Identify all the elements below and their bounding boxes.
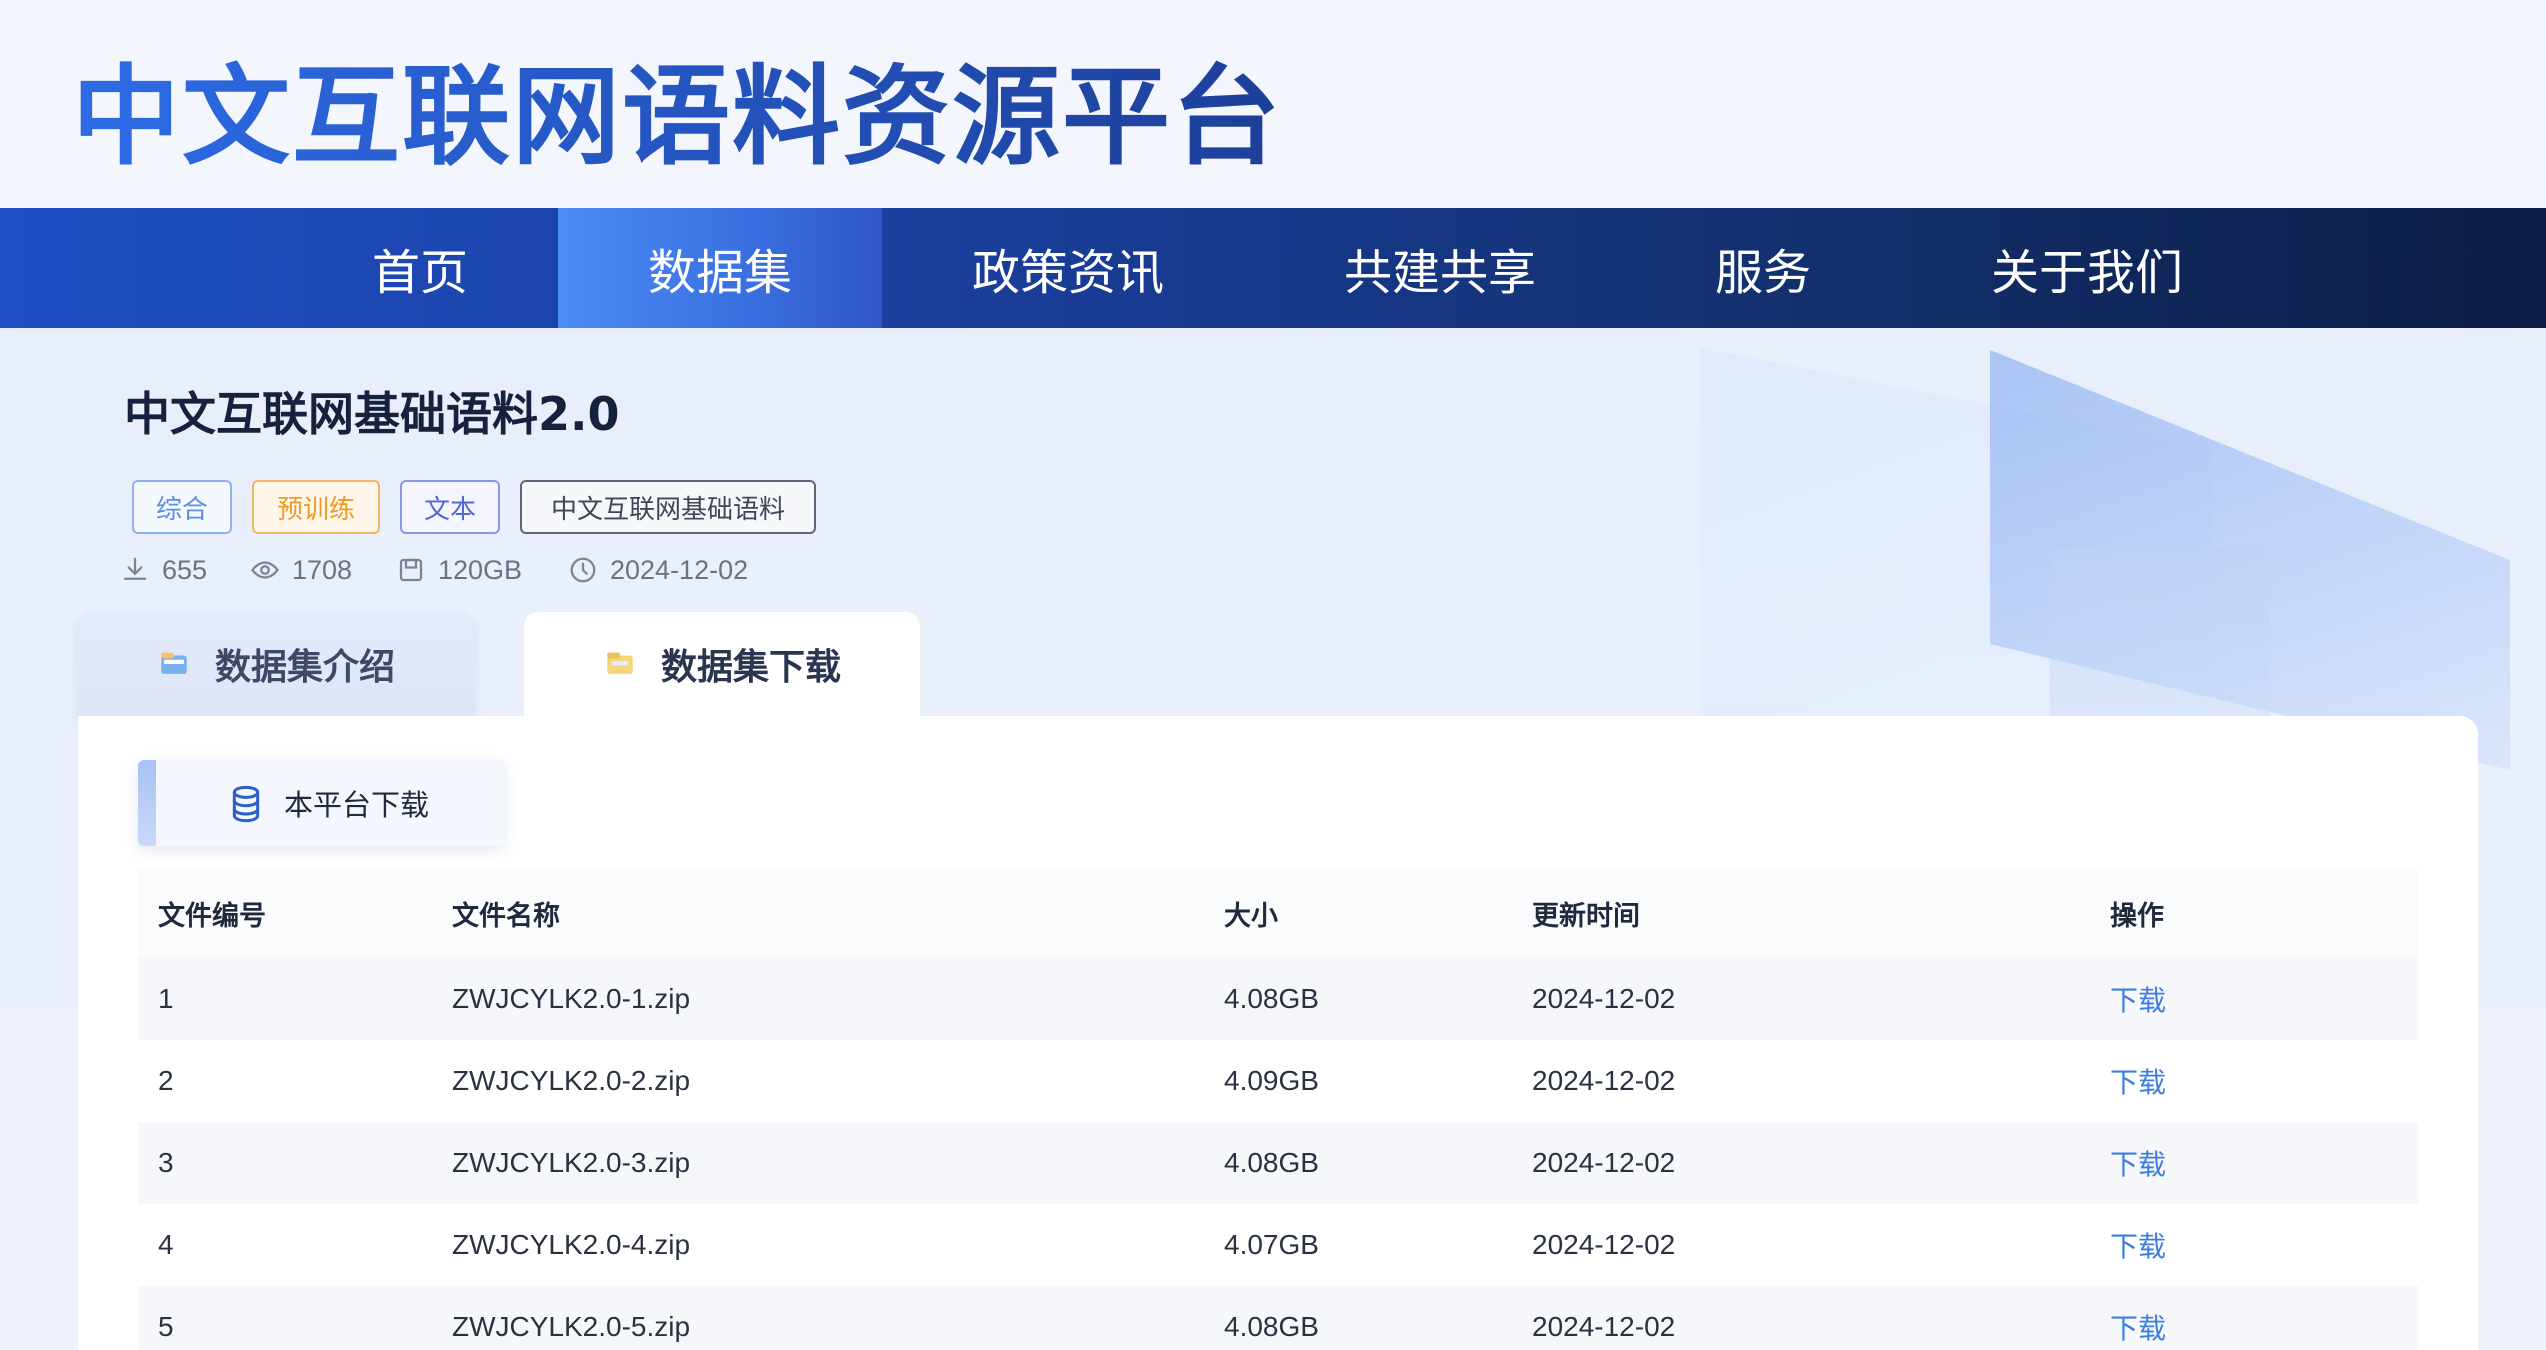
table-row: 2 ZWJCYLK2.0-2.zip 4.09GB 2024-12-02 下载 (138, 1040, 2418, 1122)
file-time: 2024-12-02 (1532, 1147, 1676, 1178)
file-id: 1 (158, 983, 174, 1014)
nav-item-policy[interactable]: 政策资讯 (930, 208, 1206, 328)
file-name: ZWJCYLK2.0-4.zip (452, 1229, 691, 1260)
file-size: 4.08GB (1224, 1147, 1319, 1178)
stat-size-value: 120GB (438, 554, 523, 585)
file-id: 3 (158, 1147, 174, 1178)
download-link[interactable]: 下载 (2110, 1148, 2166, 1181)
stat-date-value: 2024-12-02 (610, 554, 749, 585)
tab-dataset-intro-label: 数据集介绍 (214, 647, 395, 688)
file-id: 4 (158, 1229, 174, 1260)
file-time: 2024-12-02 (1532, 1311, 1676, 1342)
stat-date: 2024-12-02 (568, 552, 748, 588)
column-header-action: 操作 (2110, 900, 2164, 932)
download-icon (123, 557, 147, 580)
nav-item-service[interactable]: 服务 (1690, 208, 1836, 328)
download-folder-icon (607, 652, 633, 674)
database-icon (232, 785, 260, 823)
main-nav: 首页 数据集 政策资讯 共建共享 服务 关于我们 (0, 208, 2546, 328)
tag-text[interactable]: 文本 (400, 480, 500, 534)
stat-downloads: 655 (120, 552, 207, 588)
download-link[interactable]: 下载 (2110, 1066, 2166, 1099)
file-size: 4.07GB (1224, 1229, 1319, 1260)
eye-icon (251, 561, 279, 579)
nav-item-home[interactable]: 首页 (318, 208, 522, 328)
tag-general[interactable]: 综合 (132, 480, 232, 534)
file-time: 2024-12-02 (1532, 1065, 1676, 1096)
table-row: 1 ZWJCYLK2.0-1.zip 4.08GB 2024-12-02 下载 (138, 958, 2418, 1040)
dataset-title: 中文互联网基础语料2.0 (124, 387, 620, 441)
column-header-time[interactable]: 更新时间 (1532, 894, 2110, 933)
stat-views: 1708 (250, 552, 352, 588)
file-id: 5 (158, 1311, 174, 1342)
folder-icon (161, 652, 187, 674)
stat-downloads-value: 655 (162, 554, 208, 585)
stat-views-value: 1708 (292, 554, 353, 585)
table-row: 4 ZWJCYLK2.0-4.zip 4.07GB 2024-12-02 下载 (138, 1204, 2418, 1286)
column-header-id[interactable]: 文件编号 (138, 894, 452, 933)
file-time: 2024-12-02 (1532, 1229, 1676, 1260)
column-header-size[interactable]: 大小 (1224, 894, 1532, 933)
platform-download-tab[interactable]: 本平台下载 (138, 760, 504, 846)
download-link[interactable]: 下载 (2110, 1230, 2166, 1263)
file-table: 文件编号 文件名称 大小 更新时间 操作 1 ZWJCYLK2.0-1.zip … (138, 868, 2418, 1350)
nav-item-about[interactable]: 关于我们 (1960, 208, 2214, 328)
table-row: 5 ZWJCYLK2.0-5.zip 4.08GB 2024-12-02 下载 (138, 1286, 2418, 1350)
download-link[interactable]: 下载 (2110, 984, 2166, 1017)
table-row: 3 ZWJCYLK2.0-3.zip 4.08GB 2024-12-02 下载 (138, 1122, 2418, 1204)
file-name: ZWJCYLK2.0-3.zip (452, 1147, 691, 1178)
clock-icon (570, 557, 596, 583)
disk-icon (399, 558, 423, 582)
stat-size: 120GB (396, 552, 522, 588)
tab-dataset-download-label: 数据集下载 (660, 647, 841, 688)
platform-download-label: 本平台下载 (284, 788, 430, 822)
site-header: 中文互联网语料资源平台 (0, 0, 2546, 208)
nav-item-cobuild[interactable]: 共建共享 (1300, 208, 1580, 328)
nav-item-datasets[interactable]: 数据集 (558, 208, 882, 328)
file-name: ZWJCYLK2.0-2.zip (452, 1065, 691, 1096)
file-size: 4.08GB (1224, 983, 1319, 1014)
tab-dataset-intro[interactable]: 数据集介绍 (78, 612, 474, 716)
file-id: 2 (158, 1065, 174, 1096)
file-size: 4.08GB (1224, 1311, 1319, 1342)
column-header-name[interactable]: 文件名称 (452, 894, 1224, 933)
table-header: 文件编号 文件名称 大小 更新时间 操作 (138, 868, 2418, 958)
file-size: 4.09GB (1224, 1065, 1319, 1096)
tab-dataset-download[interactable]: 数据集下载 (524, 612, 920, 716)
site-title[interactable]: 中文互联网语料资源平台 (72, 30, 1282, 186)
file-name: ZWJCYLK2.0-5.zip (452, 1311, 691, 1342)
tag-pretrain[interactable]: 预训练 (252, 480, 380, 534)
tag-corpus[interactable]: 中文互联网基础语料 (520, 480, 816, 534)
subtab-indicator (138, 760, 156, 846)
download-link[interactable]: 下载 (2110, 1312, 2166, 1345)
file-time: 2024-12-02 (1532, 983, 1676, 1014)
file-name: ZWJCYLK2.0-1.zip (452, 983, 691, 1014)
